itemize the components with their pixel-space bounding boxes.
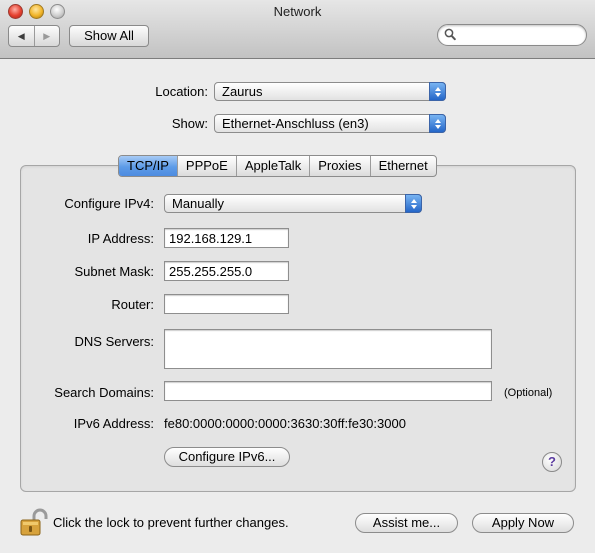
- location-popup[interactable]: Zaurus: [214, 82, 446, 101]
- tab-tcpip[interactable]: TCP/IP: [119, 156, 177, 176]
- network-preferences-window: Network ◀ ▶ Show All Location: Zaurus Sh…: [0, 0, 595, 553]
- optional-note: (Optional): [504, 387, 553, 399]
- configure-ipv4-label: Configure IPv4:: [64, 196, 154, 211]
- router-label: Router:: [111, 297, 154, 312]
- lock-message: Click the lock to prevent further change…: [53, 515, 289, 530]
- dns-servers-field[interactable]: [164, 329, 492, 369]
- tab-bar: TCP/IP PPPoE AppleTalk Proxies Ethernet: [118, 155, 437, 177]
- popup-arrows-icon: [429, 82, 446, 101]
- back-forward-control: ◀ ▶: [8, 25, 60, 47]
- back-arrow-icon: ◀: [17, 30, 25, 41]
- back-button[interactable]: ◀: [9, 26, 34, 46]
- search-domains-field[interactable]: [164, 381, 492, 401]
- configure-ipv6-button[interactable]: Configure IPv6...: [164, 447, 290, 467]
- window-title: Network: [273, 4, 322, 19]
- tab-pppoe[interactable]: PPPoE: [176, 156, 236, 176]
- apply-now-button[interactable]: Apply Now: [472, 513, 574, 533]
- show-all-button[interactable]: Show All: [69, 25, 149, 47]
- popup-arrows-icon: [405, 194, 422, 213]
- search-domains-label: Search Domains:: [54, 385, 154, 400]
- dns-servers-label: DNS Servers:: [74, 334, 154, 349]
- magnifier-icon: [444, 28, 456, 44]
- tab-proxies[interactable]: Proxies: [309, 156, 369, 176]
- subnet-mask-field[interactable]: [164, 261, 289, 281]
- location-value: Zaurus: [222, 84, 263, 99]
- ipv6-address-value: fe80:0000:0000:0000:3630:30ff:fe30:3000: [164, 416, 406, 431]
- configure-ipv4-value: Manually: [172, 196, 225, 211]
- show-popup[interactable]: Ethernet-Anschluss (en3): [214, 114, 446, 133]
- show-value: Ethernet-Anschluss (en3): [222, 116, 369, 131]
- location-label: Location:: [155, 84, 208, 99]
- tab-appletalk[interactable]: AppleTalk: [235, 156, 309, 176]
- ip-address-field[interactable]: [164, 228, 289, 248]
- configure-ipv4-popup[interactable]: Manually: [164, 194, 422, 213]
- forward-arrow-icon: ▶: [43, 30, 51, 41]
- toolbar: Network ◀ ▶ Show All: [0, 0, 595, 59]
- subnet-mask-label: Subnet Mask:: [74, 264, 155, 279]
- ipv6-address-label: IPv6 Address:: [73, 416, 154, 431]
- popup-arrows-icon: [429, 114, 446, 133]
- tab-ethernet[interactable]: Ethernet: [369, 156, 436, 176]
- show-label: Show:: [171, 116, 208, 131]
- forward-button[interactable]: ▶: [33, 26, 60, 46]
- search-field[interactable]: [437, 24, 587, 46]
- router-field[interactable]: [164, 294, 289, 314]
- lock-icon[interactable]: [20, 507, 48, 540]
- assist-me-button[interactable]: Assist me...: [355, 513, 458, 533]
- help-button[interactable]: ?: [542, 452, 562, 472]
- search-input[interactable]: [458, 26, 582, 44]
- ip-address-label: IP Address:: [87, 231, 154, 246]
